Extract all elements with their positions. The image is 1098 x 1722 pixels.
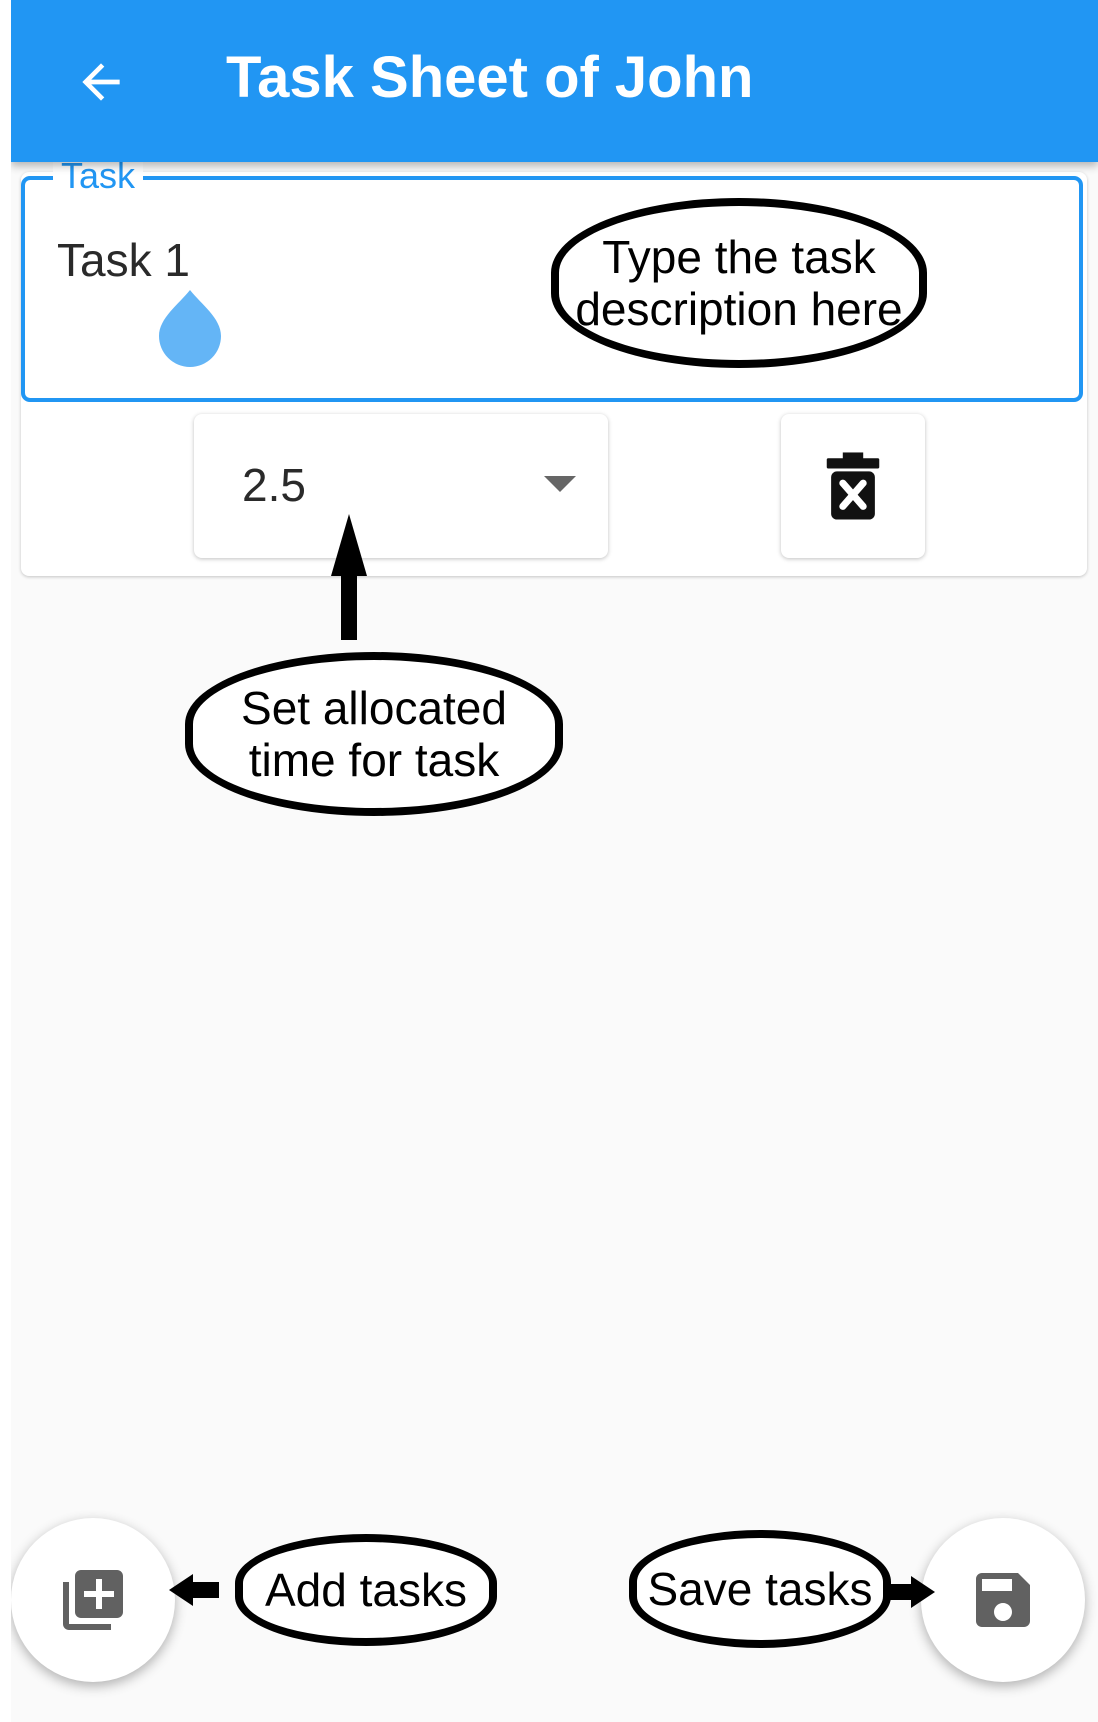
delete-forever-icon: [826, 452, 880, 520]
add-tasks-callout-text: Add tasks: [265, 1564, 467, 1616]
description-callout: Type the task description here: [551, 198, 927, 368]
allocated-time-dropdown[interactable]: 2.5: [194, 414, 608, 558]
task-description-input[interactable]: Task 1: [57, 232, 190, 288]
time-callout-line-2: time for task: [248, 734, 500, 786]
time-callout-arrow-icon: [331, 514, 367, 640]
time-callout-line-1: Set allocated: [241, 682, 507, 734]
save-tasks-button[interactable]: [921, 1518, 1085, 1682]
dropdown-arrow-icon: [544, 476, 576, 492]
app-bar: Task Sheet of John: [11, 0, 1098, 162]
save-tasks-callout: Save tasks: [629, 1530, 891, 1648]
task-controls-row: 2.5: [21, 402, 1087, 576]
task-card: Task Task 1 2.5: [21, 154, 1087, 576]
description-callout-line-1: Type the task: [602, 231, 876, 283]
save-tasks-callout-text: Save tasks: [647, 1563, 873, 1615]
time-callout: Set allocated time for task: [185, 652, 563, 816]
back-button[interactable]: [51, 40, 151, 124]
arrow-back-icon: [82, 63, 120, 101]
add-callout-arrow-icon: [169, 1574, 219, 1606]
description-callout-line-2: description here: [575, 283, 903, 335]
text-cursor-handle-icon[interactable]: [157, 288, 223, 368]
save-icon: [976, 1573, 1030, 1627]
add-task-button[interactable]: [11, 1518, 175, 1682]
save-callout-arrow-icon: [885, 1576, 935, 1608]
page-title: Task Sheet of John: [226, 45, 754, 110]
delete-task-button[interactable]: [781, 414, 925, 558]
add-tasks-callout: Add tasks: [235, 1534, 497, 1646]
library-add-icon: [63, 1570, 123, 1630]
app-screen: Task Sheet of John Task Task 1 2.5 Type …: [11, 0, 1098, 1722]
allocated-time-value: 2.5: [242, 459, 306, 511]
